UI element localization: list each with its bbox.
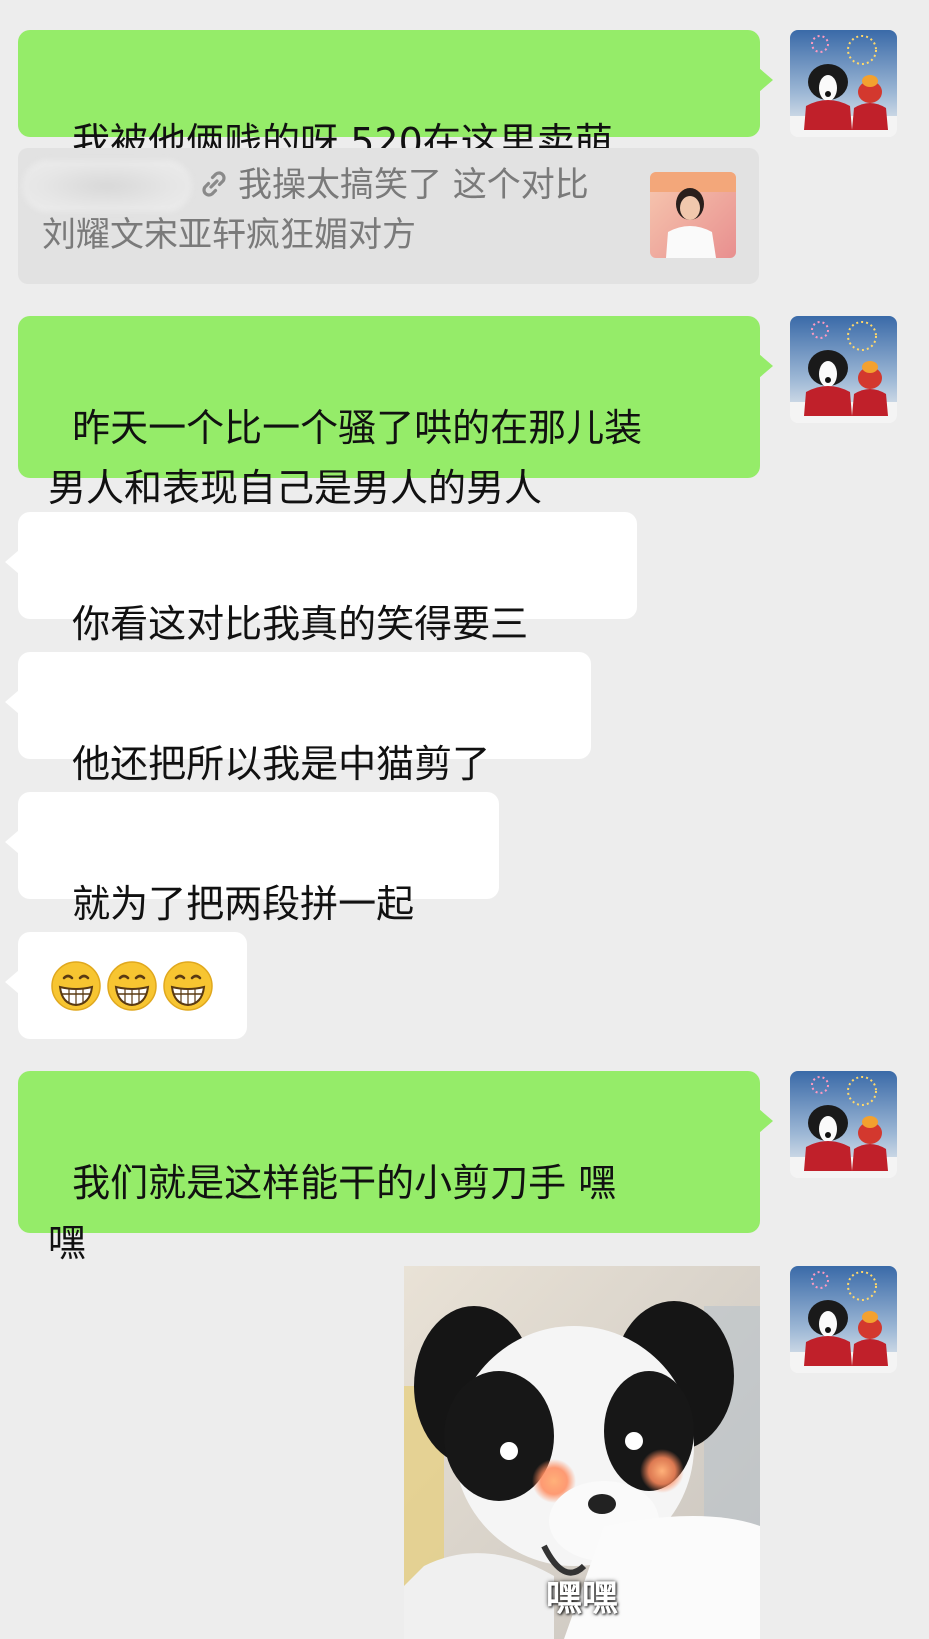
avatar[interactable] [790,316,897,423]
avatar[interactable] [790,1266,897,1373]
message-bubble-sent[interactable]: 昨天一个比一个骚了哄的在那儿装 男人和表现自己是男人的男人 [18,316,773,510]
quoted-message[interactable]: 我操太搞笑了 这个对比 刘耀文宋亚轩疯狂媚对方 [18,148,759,284]
message-text: 我们就是这样能干的小剪刀手 嘿 嘿 [48,1161,617,1265]
message-text: 你看这对比我真的笑得要三 [72,602,529,646]
message-text: 昨天一个比一个骚了哄的在那儿装 男人和表现自己是男人的男人 [48,406,643,510]
message-bubble-received[interactable] [5,932,247,1039]
sticker-image-puppy[interactable]: 嘿嘿 [404,1266,760,1639]
message-text: 他还把所以我是中猫剪了 [72,742,491,786]
message-bubble-received[interactable]: 他还把所以我是中猫剪了 [5,652,591,786]
message-bubble-received[interactable]: 你看这对比我真的笑得要三 [5,512,637,646]
message-text: 就为了把两段拼一起 [72,882,415,926]
sticker-caption: 嘿嘿 [545,1578,618,1619]
grin-emoji-icon [51,961,101,1011]
grin-emoji-icon [163,961,213,1011]
message-bubble-sent[interactable]: 我们就是这样能干的小剪刀手 嘿 嘿 [18,1071,773,1265]
avatar[interactable] [790,30,897,137]
message-bubble-received[interactable]: 就为了把两段拼一起 [5,792,499,926]
blurred-sender-name [22,160,192,212]
message-bubble-sent[interactable]: 我被他俩贱的呀 520在这里卖萌 [18,30,773,164]
link-icon [196,166,232,206]
avatar[interactable] [790,1071,897,1178]
grin-emoji-icon [107,961,157,1011]
quote-text-line-2: 刘耀文宋亚轩疯狂媚对方 [42,215,416,255]
quote-text-line-1: 我操太搞笑了 这个对比 [238,165,589,205]
quote-thumbnail[interactable] [650,172,736,258]
